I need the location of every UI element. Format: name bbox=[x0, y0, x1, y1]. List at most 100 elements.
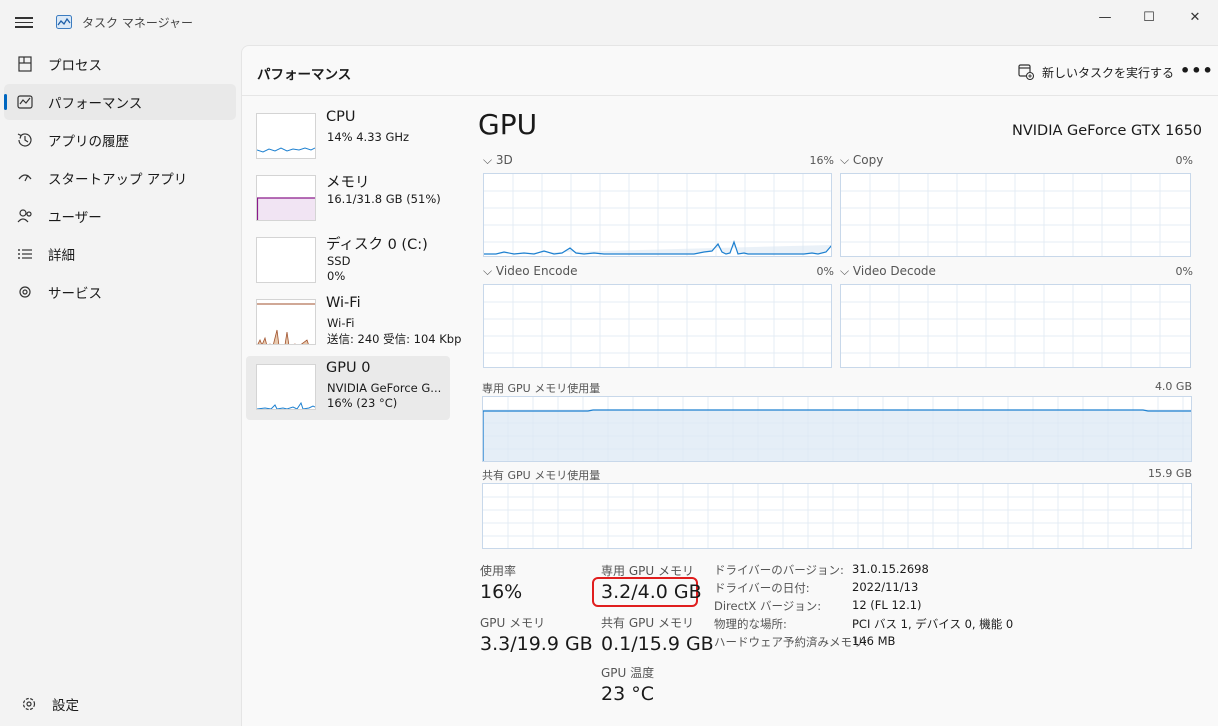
device-wifi[interactable]: Wi-Fi Wi-Fi 送信: 240 受信: 104 Kbp bbox=[246, 291, 461, 355]
dedicated-memory-graph-max: 4.0 GB bbox=[1154, 380, 1192, 393]
engine-copy-percent: 0% bbox=[1175, 154, 1193, 167]
device-name: ディスク 0 (C:) bbox=[326, 237, 428, 253]
device-cpu[interactable]: CPU 14% 4.33 GHz bbox=[246, 105, 450, 169]
device-detail: 16% (23 °C) bbox=[327, 396, 398, 410]
device-name: Wi-Fi bbox=[326, 295, 361, 311]
device-gpu[interactable]: GPU 0 NVIDIA GeForce G... 16% (23 °C) bbox=[246, 356, 450, 420]
sidebar-item-services[interactable]: サービス bbox=[4, 274, 236, 310]
directx-version-key: DirectX バージョン: bbox=[714, 599, 822, 613]
engine-video-encode-percent: 0% bbox=[816, 265, 834, 278]
reserved-memory-value: 146 MB bbox=[852, 634, 896, 648]
engine-3d-name: 3D bbox=[495, 153, 513, 167]
gear-icon bbox=[22, 697, 36, 711]
engine-video-encode-graph bbox=[483, 284, 832, 368]
gpu-title: GPU bbox=[478, 108, 538, 141]
device-detail: 0% bbox=[327, 269, 346, 283]
sidebar-item-label: パフォーマンス bbox=[48, 96, 143, 112]
engine-3d-label[interactable]: ⌵ 3D bbox=[483, 153, 513, 168]
usage-label: 使用率 bbox=[480, 564, 517, 578]
device-detail: SSD bbox=[327, 254, 351, 268]
users-icon bbox=[17, 209, 32, 223]
sidebar-item-label: アプリの履歴 bbox=[48, 134, 129, 150]
sidebar-item-label: サービス bbox=[48, 286, 102, 302]
chevron-down-icon: ⌵ bbox=[840, 264, 853, 278]
run-new-task-button[interactable]: 新しいタスクを実行する bbox=[1018, 61, 1174, 83]
sidebar-item-label: プロセス bbox=[48, 58, 102, 74]
main-pane: パフォーマンス 新しいタスクを実行する ••• CPU 14% 4.33 GHz… bbox=[241, 45, 1218, 726]
engine-video-decode-graph bbox=[840, 284, 1191, 368]
sidebar-nav: プロセス パフォーマンス アプリの履歴 スタートアップ アプリ ユーザー 詳細 … bbox=[0, 44, 240, 312]
gpu-memory-value: 3.3/19.9 GB bbox=[480, 633, 593, 655]
engine-3d-graph bbox=[483, 173, 832, 257]
dedicated-memory-graph-label: 専用 GPU メモリ使用量 bbox=[482, 382, 601, 395]
directx-version-value: 12 (FL 12.1) bbox=[852, 598, 922, 612]
dedicated-memory-graph bbox=[482, 396, 1192, 462]
device-disk[interactable]: ディスク 0 (C:) SSD 0% bbox=[246, 229, 450, 293]
driver-date-value: 2022/11/13 bbox=[852, 580, 919, 594]
page-header: パフォーマンス 新しいタスクを実行する ••• bbox=[242, 46, 1218, 96]
engine-video-encode-label[interactable]: ⌵ Video Encode bbox=[483, 264, 577, 279]
sidebar-item-processes[interactable]: プロセス bbox=[4, 46, 236, 82]
app-history-icon bbox=[17, 133, 32, 147]
page-title: パフォーマンス bbox=[257, 67, 352, 83]
device-detail: NVIDIA GeForce G... bbox=[327, 381, 442, 395]
startup-icon bbox=[18, 174, 32, 182]
driver-date-key: ドライバーの日付: bbox=[714, 581, 810, 595]
chevron-down-icon: ⌵ bbox=[483, 264, 496, 278]
sidebar-item-details[interactable]: 詳細 bbox=[4, 236, 236, 272]
run-new-task-label: 新しいタスクを実行する bbox=[1042, 65, 1175, 80]
engine-video-decode-percent: 0% bbox=[1175, 265, 1193, 278]
disk-thumbnail bbox=[256, 237, 316, 283]
gpu-thumbnail bbox=[256, 364, 316, 410]
new-task-icon bbox=[1018, 64, 1034, 80]
shared-memory-graph bbox=[482, 483, 1192, 549]
driver-version-key: ドライバーのバージョン: bbox=[714, 563, 844, 577]
device-name: CPU bbox=[326, 109, 356, 125]
gpu-temperature-label: GPU 温度 bbox=[601, 666, 655, 680]
shared-memory-label: 共有 GPU メモリ bbox=[601, 616, 694, 630]
device-name: GPU 0 bbox=[326, 360, 371, 376]
shared-memory-graph-max: 15.9 GB bbox=[1147, 467, 1192, 480]
chevron-down-icon: ⌵ bbox=[483, 153, 496, 167]
engine-copy-graph bbox=[840, 173, 1191, 257]
gpu-temperature-value: 23 °C bbox=[601, 683, 654, 705]
sidebar-item-startup[interactable]: スタートアップ アプリ bbox=[4, 160, 236, 196]
shared-memory-graph-label: 共有 GPU メモリ使用量 bbox=[482, 469, 601, 482]
device-memory[interactable]: メモリ 16.1/31.8 GB (51%) bbox=[246, 167, 450, 231]
close-button[interactable]: ✕ bbox=[1172, 4, 1218, 30]
sidebar-item-label: ユーザー bbox=[48, 210, 102, 226]
engine-video-decode-name: Video Decode bbox=[852, 264, 936, 278]
engine-video-decode-label[interactable]: ⌵ Video Decode bbox=[840, 264, 936, 279]
sidebar-item-users[interactable]: ユーザー bbox=[4, 198, 236, 234]
usage-value: 16% bbox=[480, 581, 523, 603]
shared-memory-value: 0.1/15.9 GB bbox=[601, 633, 714, 655]
physical-location-value: PCI バス 1, デバイス 0, 機能 0 bbox=[852, 617, 1014, 631]
task-manager-logo-icon bbox=[56, 15, 72, 29]
device-name: メモリ bbox=[326, 175, 370, 191]
device-detail: 14% 4.33 GHz bbox=[327, 130, 410, 144]
gpu-memory-label: GPU メモリ bbox=[480, 616, 546, 630]
minimize-button[interactable]: — bbox=[1082, 4, 1128, 30]
menu-icon[interactable] bbox=[14, 14, 34, 32]
sidebar-item-app-history[interactable]: アプリの履歴 bbox=[4, 122, 236, 158]
app-title: タスク マネージャー bbox=[82, 16, 193, 30]
cpu-thumbnail bbox=[256, 113, 316, 159]
sidebar-item-label: 設定 bbox=[52, 698, 79, 714]
engine-video-encode-name: Video Encode bbox=[495, 264, 578, 278]
engine-copy-label[interactable]: ⌵ Copy bbox=[840, 153, 883, 168]
performance-icon bbox=[17, 95, 33, 109]
engine-3d-percent: 16% bbox=[809, 154, 834, 167]
physical-location-key: 物理的な場所: bbox=[714, 617, 787, 631]
more-options-button[interactable]: ••• bbox=[1180, 61, 1213, 83]
sidebar-item-performance[interactable]: パフォーマンス bbox=[4, 84, 236, 120]
sidebar-item-label: スタートアップ アプリ bbox=[48, 172, 188, 188]
maximize-button[interactable]: ☐ bbox=[1126, 4, 1172, 30]
dedicated-memory-value: 3.2/4.0 GB bbox=[601, 581, 702, 603]
processes-icon bbox=[18, 56, 32, 72]
sidebar-item-settings[interactable]: 設定 bbox=[8, 686, 240, 722]
services-icon bbox=[19, 286, 31, 298]
device-detail: 16.1/31.8 GB (51%) bbox=[327, 192, 441, 206]
driver-version-value: 31.0.15.2698 bbox=[852, 562, 929, 576]
memory-thumbnail bbox=[256, 175, 316, 221]
reserved-memory-key: ハードウェア予約済みメモリ: bbox=[714, 635, 868, 649]
